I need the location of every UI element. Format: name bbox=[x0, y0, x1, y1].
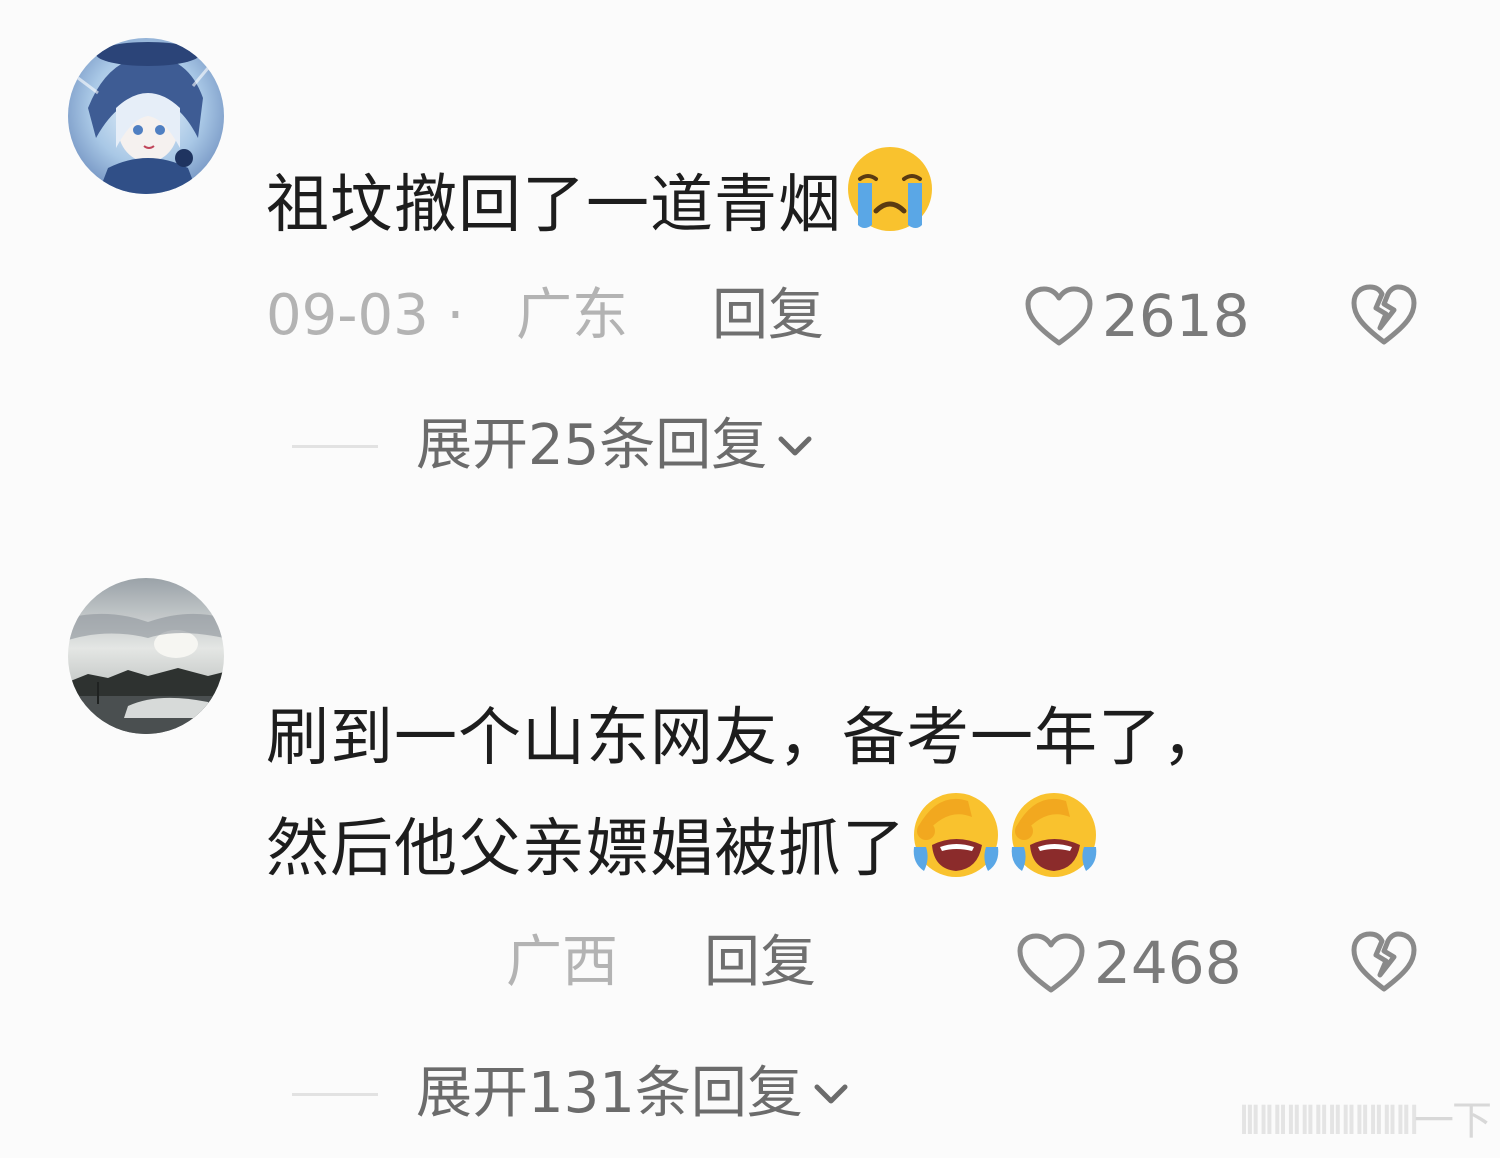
avatar-sky-photo-image bbox=[68, 578, 224, 734]
heart-outline-icon bbox=[1025, 286, 1093, 346]
chevron-down-icon bbox=[814, 1084, 848, 1104]
comment-text: 刷到一个山东网友，备考一年了， 然后他父亲嫖娼被抓了 bbox=[266, 685, 1226, 915]
chevron-down-icon bbox=[778, 436, 812, 456]
face-with-tears-of-joy-icon bbox=[1006, 787, 1102, 911]
comment-item: 祖坟撤回了一道青烟 09-03 · 广东 回复 2618 展开25条回复 bbox=[0, 0, 1500, 540]
avatar[interactable] bbox=[68, 578, 224, 734]
divider-line bbox=[292, 444, 378, 448]
comment-text-content: 祖坟撤回了一道青烟 bbox=[266, 168, 842, 242]
comment-text-line: 然后他父亲嫖娼被抓了 bbox=[266, 791, 1226, 915]
comment-item: 刷到一个山东网友，备考一年了， 然后他父亲嫖娼被抓了 广西 回复 2468 展开… bbox=[0, 540, 1500, 1158]
heart-outline-icon bbox=[1017, 933, 1085, 993]
comment-meta: 09-03 · 广东 回复 2618 bbox=[0, 276, 1500, 356]
avatar-anime-girl-image bbox=[68, 38, 224, 194]
like-count: 2468 bbox=[1094, 929, 1242, 997]
broken-heart-icon bbox=[1351, 284, 1417, 345]
expand-replies-button[interactable]: 展开25条回复 bbox=[292, 406, 815, 486]
like-button[interactable]: 2618 bbox=[1024, 276, 1250, 356]
comment-text-line: 刷到一个山东网友，备考一年了， bbox=[266, 701, 1226, 774]
reply-button[interactable]: 回复 bbox=[704, 923, 816, 1003]
expand-replies-button[interactable]: 展开131条回复 bbox=[292, 1054, 851, 1134]
comment-location: 广东 bbox=[516, 283, 628, 348]
dislike-button[interactable] bbox=[1350, 929, 1418, 995]
divider-line bbox=[292, 1092, 378, 1096]
comment-text: 祖坟撤回了一道青烟 bbox=[266, 147, 936, 271]
avatar[interactable] bbox=[68, 38, 224, 194]
like-count: 2618 bbox=[1102, 282, 1250, 350]
dislike-button[interactable] bbox=[1350, 282, 1418, 348]
expand-replies-label: 展开131条回复 bbox=[416, 1061, 803, 1126]
broken-heart-icon bbox=[1351, 931, 1417, 992]
watermark: ⅠⅠⅡⅡⅡⅡⅡⅡⅡⅡⅡⅡⅡⅡ一下 bbox=[1238, 1088, 1492, 1146]
watermark-text: 一下 bbox=[1414, 1098, 1492, 1144]
comment-location: 广西 bbox=[506, 930, 618, 995]
watermark-bars: ⅠⅠⅡⅡⅡⅡⅡⅡⅡⅡⅡⅡⅡⅡ bbox=[1238, 1098, 1420, 1144]
comment-meta: 广西 回复 2468 bbox=[0, 923, 1500, 1003]
comment-text-content: 然后他父亲嫖娼被抓了 bbox=[266, 812, 906, 886]
loudly-crying-face-icon bbox=[844, 143, 936, 267]
expand-replies-label: 展开25条回复 bbox=[416, 413, 768, 478]
like-button[interactable]: 2468 bbox=[1016, 923, 1242, 1003]
comment-date: 09-03 · bbox=[266, 283, 465, 348]
reply-button[interactable]: 回复 bbox=[712, 276, 824, 356]
face-with-tears-of-joy-icon bbox=[908, 787, 1004, 911]
